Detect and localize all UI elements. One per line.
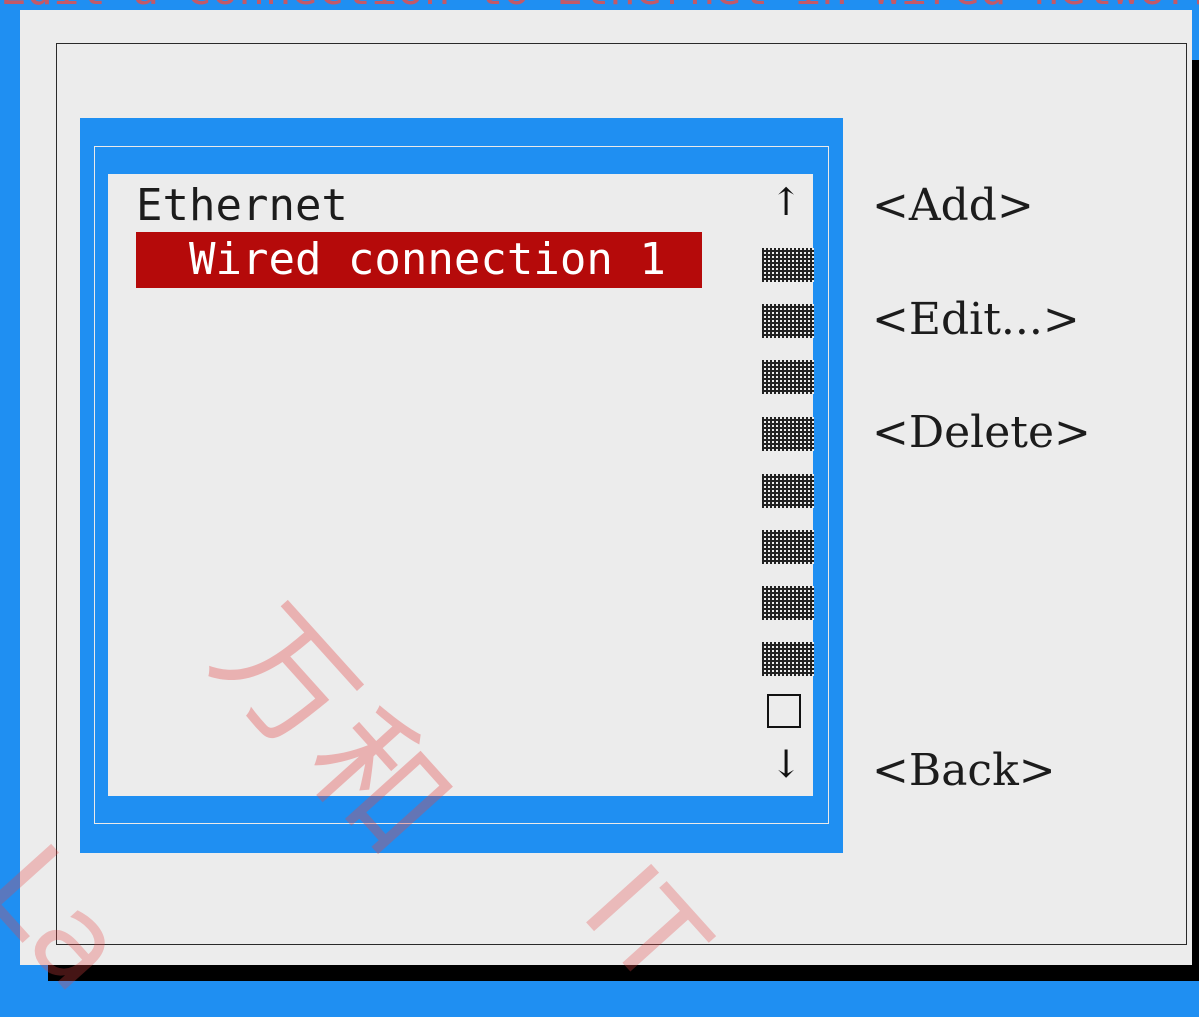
scroll-track-segment[interactable]: [762, 417, 814, 451]
list-scrollbar[interactable]: ↑ ↓: [758, 174, 814, 796]
scroll-track-segment[interactable]: [762, 586, 814, 620]
add-button[interactable]: <Add>: [872, 178, 1034, 234]
delete-button[interactable]: <Delete>: [872, 405, 1091, 461]
scroll-track-segment[interactable]: [762, 304, 814, 338]
shadow-gap: [20, 965, 48, 981]
dialog-shadow-bottom: [20, 965, 1199, 981]
scroll-thumb[interactable]: [767, 694, 801, 728]
edit-button[interactable]: <Edit...>: [872, 292, 1080, 348]
connection-item-wired-connection-1[interactable]: Wired connection 1: [136, 232, 702, 288]
scroll-track-segment[interactable]: [762, 642, 814, 676]
scroll-track-segment[interactable]: [762, 474, 814, 508]
connection-category-ethernet: Ethernet: [136, 180, 348, 231]
connection-list[interactable]: Ethernet Wired connection 1 ↑ ↓: [108, 174, 814, 796]
dialog-shadow-right: [1192, 60, 1199, 981]
scroll-track-segment[interactable]: [762, 360, 814, 394]
scroll-track-segment[interactable]: [762, 248, 814, 282]
scroll-track-segment[interactable]: [762, 530, 814, 564]
back-button[interactable]: <Back>: [872, 743, 1056, 799]
scroll-down-arrow-icon[interactable]: ↓: [758, 740, 814, 788]
scroll-up-arrow-icon[interactable]: ↑: [758, 178, 814, 226]
connection-list-box: Ethernet Wired connection 1 ↑ ↓: [80, 118, 843, 853]
